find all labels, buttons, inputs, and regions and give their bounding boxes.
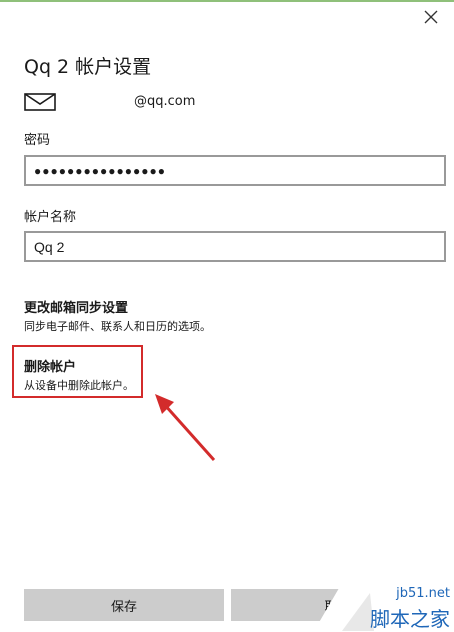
watermark-name: 脚本之家 xyxy=(370,607,450,631)
password-value: ●●●●●●●●●●●●●●●● xyxy=(34,163,166,178)
account-name-value: Qq 2 xyxy=(34,238,65,255)
account-name-label: 帐户名称 xyxy=(24,210,77,225)
save-button[interactable]: 保存 xyxy=(24,589,224,621)
watermark-site: jb51.net xyxy=(396,586,450,601)
delete-account-description: 从设备中删除此帐户。 xyxy=(24,379,134,392)
page-title: Qq 2 帐户设置 xyxy=(24,56,152,78)
close-button[interactable] xyxy=(422,8,440,26)
account-email: @qq.com xyxy=(134,94,196,109)
top-accent-bar xyxy=(0,0,454,2)
account-name-input[interactable]: Qq 2 xyxy=(24,231,446,262)
sync-settings-link[interactable]: 更改邮箱同步设置 xyxy=(24,297,128,316)
sync-settings-description: 同步电子邮件、联系人和日历的选项。 xyxy=(24,320,211,333)
mail-icon xyxy=(24,93,56,111)
delete-account-link[interactable]: 删除帐户 xyxy=(24,356,76,375)
password-input[interactable]: ●●●●●●●●●●●●●●●● xyxy=(24,155,446,186)
password-label: 密码 xyxy=(24,133,51,148)
watermark: jb51.net 脚本之家 xyxy=(314,583,454,631)
annotation-arrow-icon xyxy=(155,394,216,461)
account-email-row: @qq.com xyxy=(24,92,324,112)
close-icon xyxy=(424,10,438,24)
